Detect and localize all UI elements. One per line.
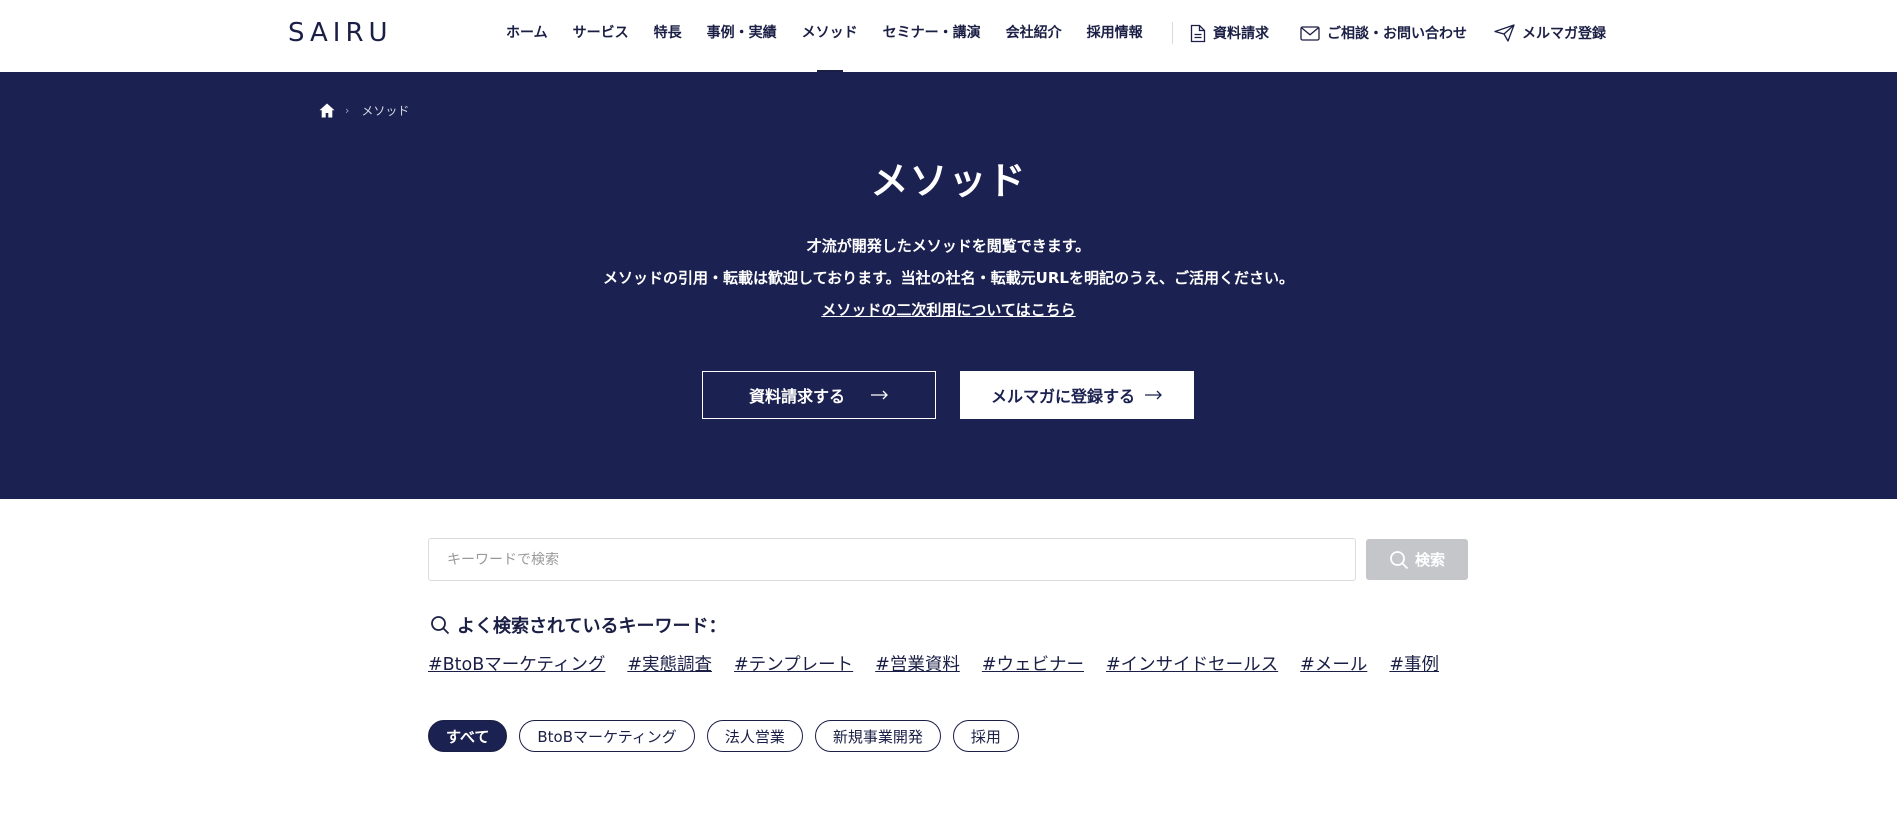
keyword-link[interactable]: #BtoBマーケティング <box>428 651 605 676</box>
newsletter-link[interactable]: メルマガ登録 <box>1494 0 1606 66</box>
search-button[interactable]: 検索 <box>1366 539 1468 580</box>
hero-lead-line-1: 才流が開発したメソッドを閲覧できます。 <box>806 237 1091 255</box>
home-icon[interactable] <box>319 103 335 118</box>
document-icon <box>1190 24 1206 43</box>
document-request-button[interactable]: 資料請求する <box>702 371 936 419</box>
paper-plane-icon <box>1494 24 1515 42</box>
keyword-link[interactable]: #テンプレート <box>734 651 853 676</box>
keyword-link[interactable]: #事例 <box>1389 651 1439 676</box>
contact-label: ご相談・お問い合わせ <box>1327 26 1467 42</box>
nav-item-seminars[interactable]: セミナー・講演 <box>883 0 981 72</box>
search-icon <box>430 615 450 635</box>
contact-link[interactable]: ご相談・お問い合わせ <box>1300 0 1467 66</box>
nav-item-case-studies[interactable]: 事例・実績 <box>707 0 777 72</box>
filter-tab-new-business[interactable]: 新規事業開発 <box>814 720 941 752</box>
site-logo[interactable]: SAIRU <box>288 18 393 48</box>
newsletter-label: メルマガ登録 <box>1522 26 1606 42</box>
arrow-right-icon <box>871 390 889 400</box>
popular-keywords-heading-text: よく検索されているキーワード： <box>457 616 727 637</box>
site-header: SAIRU ホーム サービス 特長 事例・実績 メソッド セミナー・講演 会社紹… <box>0 0 1897 72</box>
search-button-label: 検索 <box>1414 551 1445 569</box>
keyword-link[interactable]: #実態調査 <box>627 651 712 676</box>
nav-item-method[interactable]: メソッド <box>802 0 858 72</box>
hero-lead-line-2: メソッドの引用・転載は歓迎しております。当社の社名・転載元URLを明記のうえ、ご… <box>603 269 1294 287</box>
secondary-use-link[interactable]: メソッドの二次利用についてはこちら <box>821 301 1075 319</box>
newsletter-subscribe-button[interactable]: メルマガに登録する <box>960 371 1194 419</box>
page-title: メソッド <box>870 159 1027 203</box>
main-nav: ホーム サービス 特長 事例・実績 メソッド セミナー・講演 会社紹介 採用情報 <box>506 0 1168 72</box>
keyword-link[interactable]: #メール <box>1300 651 1367 676</box>
popular-keywords-list: #BtoBマーケティング #実態調査 #テンプレート #営業資料 #ウェビナー … <box>428 651 1461 676</box>
nav-item-features[interactable]: 特長 <box>654 0 682 72</box>
filter-tab-recruiting[interactable]: 採用 <box>952 720 1019 752</box>
filter-tab-corporate-sales[interactable]: 法人営業 <box>706 720 803 752</box>
document-request-label: 資料請求 <box>1213 26 1269 42</box>
nav-item-home[interactable]: ホーム <box>506 0 548 72</box>
nav-item-services[interactable]: サービス <box>573 0 629 72</box>
breadcrumb-current: メソッド <box>361 104 410 118</box>
mail-icon <box>1300 25 1320 41</box>
document-request-link[interactable]: 資料請求 <box>1190 0 1269 66</box>
breadcrumb-separator: › <box>345 104 350 117</box>
search-icon <box>1389 550 1409 570</box>
keyword-link[interactable]: #インサイドセールス <box>1106 651 1278 676</box>
keyword-link[interactable]: #営業資料 <box>875 651 960 676</box>
breadcrumb: › メソッド <box>319 102 409 119</box>
keyword-search-input[interactable] <box>428 538 1356 581</box>
popular-keywords-heading: よく検索されているキーワード： <box>430 612 726 638</box>
newsletter-subscribe-button-label: メルマガに登録する <box>990 387 1135 406</box>
nav-item-company[interactable]: 会社紹介 <box>1006 0 1062 72</box>
arrow-right-icon <box>1145 390 1163 400</box>
nav-item-recruit[interactable]: 採用情報 <box>1087 0 1143 72</box>
category-filter-tabs: すべて BtoBマーケティング 法人営業 新規事業開発 採用 <box>428 720 1031 752</box>
secondary-use-link-row: メソッドの二次利用についてはこちら <box>0 299 1897 320</box>
hero-section: › メソッド メソッド 才流が開発したメソッドを閲覧できます。 メソッドの引用・… <box>0 72 1897 499</box>
filter-tab-all[interactable]: すべて <box>428 720 508 752</box>
filter-tab-btob-marketing[interactable]: BtoBマーケティング <box>519 720 695 752</box>
nav-divider <box>1172 22 1173 44</box>
document-request-button-label: 資料請求する <box>748 387 845 406</box>
keyword-link[interactable]: #ウェビナー <box>982 651 1084 676</box>
